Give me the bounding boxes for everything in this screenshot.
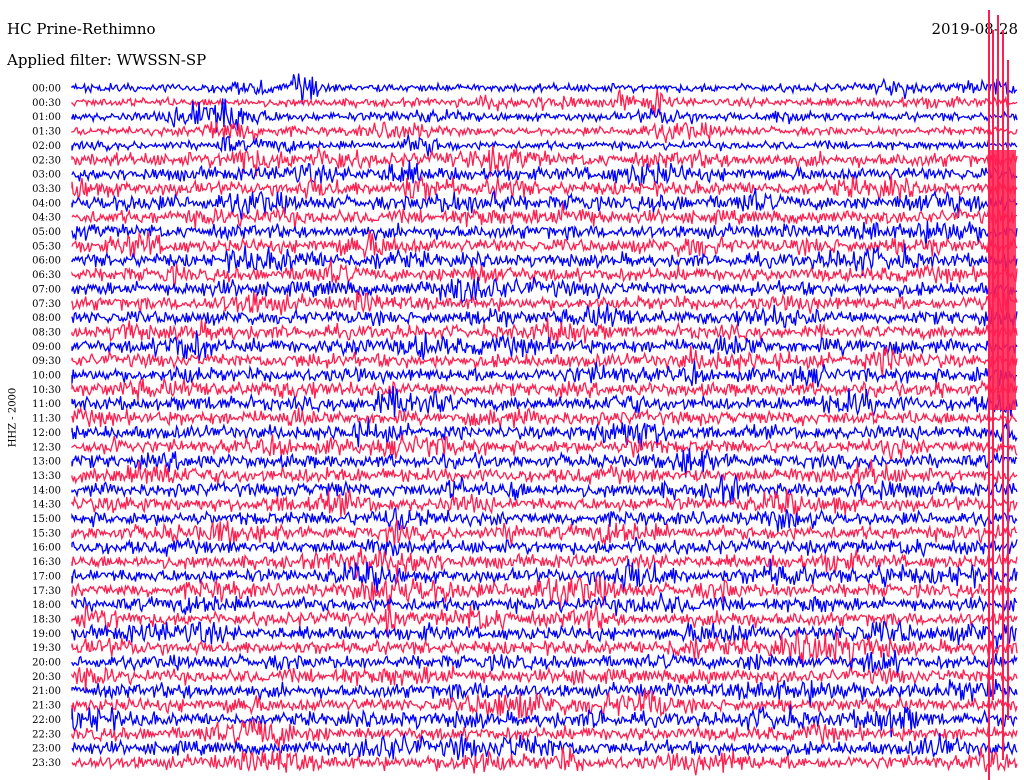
tick-label: 05:00 [32, 227, 61, 238]
tick-label: 07:30 [32, 299, 61, 310]
helicorder-plot: 00:00 00:30 01:00 01:30 02:00 02:30 03:00 03:30… [32, 10, 1018, 780]
tick-label: 15:30 [32, 528, 61, 539]
tick-label: 16:30 [32, 557, 61, 568]
tick-label: 19:00 [32, 629, 61, 640]
trace-line [71, 330, 1018, 362]
trace-line [71, 385, 1018, 418]
tick-label: 11:30 [32, 414, 61, 425]
tick-label: 06:00 [32, 256, 61, 267]
tick-label: 04:00 [32, 198, 61, 209]
trace-line [71, 121, 1018, 144]
tick-label: 00:30 [32, 98, 61, 109]
trace-line [71, 592, 1018, 617]
tick-label: 20:00 [32, 658, 61, 669]
tick-label: 08:00 [32, 313, 61, 324]
tick-label: 02:30 [32, 155, 61, 166]
tick-label: 08:30 [32, 327, 61, 338]
trace-line [71, 160, 1018, 186]
tick-label: 18:00 [32, 600, 61, 611]
trace-line [71, 519, 1018, 547]
trace-group [71, 10, 1018, 780]
tick-label: 13:30 [32, 471, 61, 482]
tick-label: 23:00 [32, 744, 61, 755]
trace-line [71, 289, 1018, 316]
tick-label: 15:00 [32, 514, 61, 525]
tick-label: 18:30 [32, 614, 61, 625]
tick-label: 09:00 [32, 342, 61, 353]
tick-label: 06:30 [32, 270, 61, 281]
event-block [988, 150, 1016, 410]
tick-label: 16:00 [32, 543, 61, 554]
trace-line [71, 303, 1018, 328]
tick-label: 04:30 [32, 213, 61, 224]
tick-label: 03:00 [32, 170, 61, 181]
tick-label: 17:00 [32, 571, 61, 582]
tick-label: 05:30 [32, 241, 61, 252]
trace-line [71, 378, 1018, 401]
trace-line [71, 73, 1018, 105]
tick-label: 20:30 [32, 672, 61, 683]
tick-label: 14:00 [32, 485, 61, 496]
tick-label: 12:00 [32, 428, 61, 439]
tick-label: 10:30 [32, 385, 61, 396]
trace-line [71, 174, 1018, 202]
tick-label-group: 00:00 00:30 01:00 01:30 02:00 02:30 03:00 03:30… [32, 84, 61, 769]
tick-label: 21:00 [32, 686, 61, 697]
tick-label: 10:00 [32, 371, 61, 382]
tick-label: 01:30 [32, 127, 61, 138]
tick-label: 07:00 [32, 284, 61, 295]
tick-label: 22:30 [32, 729, 61, 740]
tick-label: 12:30 [32, 442, 61, 453]
tick-label: 09:30 [32, 356, 61, 367]
tick-label: 02:00 [32, 141, 61, 152]
tick-label: 21:30 [32, 701, 61, 712]
tick-label: 17:30 [32, 586, 61, 597]
trace-line [71, 259, 1018, 288]
tick-label: 13:00 [32, 457, 61, 468]
tick-label: 23:30 [32, 758, 61, 769]
tick-label: 22:00 [32, 715, 61, 726]
trace-line [71, 536, 1018, 559]
tick-label: 11:00 [32, 399, 61, 410]
tick-label: 00:00 [32, 84, 61, 95]
tick-label: 01:00 [32, 112, 61, 123]
tick-label: 19:30 [32, 643, 61, 654]
tick-label: 03:30 [32, 184, 61, 195]
tick-label: 14:30 [32, 500, 61, 511]
